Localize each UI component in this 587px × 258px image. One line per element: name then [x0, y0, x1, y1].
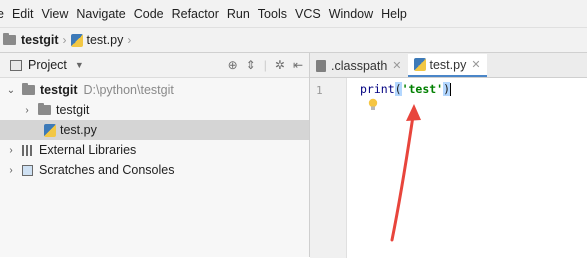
line-number: 1: [316, 84, 323, 97]
python-file-icon: [70, 33, 83, 47]
menu-run[interactable]: Run: [223, 7, 254, 21]
folder-icon: [38, 103, 51, 115]
project-tree: ⌄ testgit D:\python\testgit › testgit te…: [0, 78, 309, 180]
chevron-right-icon: ›: [127, 33, 132, 47]
menu-bar: e Edit View Navigate Code Refactor Run T…: [0, 0, 587, 27]
code-area[interactable]: 1 print('test'): [310, 78, 587, 258]
editor-tabs: .classpath ✕ test.py ✕: [310, 53, 587, 78]
project-panel-header: Project ▼ ⊕ ⇕ | ✲ ⇤: [0, 53, 309, 78]
code-open-paren: (: [394, 82, 402, 96]
menu-code[interactable]: Code: [130, 7, 168, 21]
collapsed-arrow-icon[interactable]: ›: [6, 145, 16, 156]
project-view-selector[interactable]: Project ▼: [10, 58, 84, 72]
python-file-icon: [413, 58, 426, 71]
close-icon[interactable]: ✕: [392, 59, 401, 72]
tree-item-label: testgit: [40, 83, 78, 97]
hide-panel-icon[interactable]: ⇤: [293, 58, 303, 72]
python-file-icon: [44, 123, 56, 137]
project-panel-toolbar: ⊕ ⇕ | ✲ ⇤: [228, 53, 303, 77]
menu-help[interactable]: Help: [377, 7, 411, 21]
project-panel-title: Project: [28, 58, 67, 72]
menu-file[interactable]: e: [0, 7, 8, 21]
folder-icon: [3, 33, 16, 45]
tree-item-scratches[interactable]: › Scratches and Consoles: [0, 160, 309, 180]
tree-item-test-py[interactable]: test.py: [0, 120, 309, 140]
menu-window[interactable]: Window: [325, 7, 377, 21]
tree-item-testgit-root[interactable]: ⌄ testgit D:\python\testgit: [0, 80, 309, 100]
menu-navigate[interactable]: Navigate: [72, 7, 129, 21]
project-icon: [10, 59, 22, 71]
breadcrumb: testgit › test.py ›: [0, 27, 587, 53]
menu-refactor[interactable]: Refactor: [168, 7, 223, 21]
chevron-down-icon: ▼: [74, 60, 84, 70]
collapsed-arrow-icon[interactable]: ›: [22, 105, 32, 116]
tree-item-label: Scratches and Consoles: [39, 163, 175, 177]
editor: .classpath ✕ test.py ✕ 1 print('test'): [310, 53, 587, 258]
tab-label: .classpath: [331, 58, 388, 73]
collapse-all-icon[interactable]: ⇕: [246, 58, 256, 72]
code-line[interactable]: print('test'): [360, 82, 452, 96]
menu-view[interactable]: View: [38, 7, 73, 21]
menu-vcs[interactable]: VCS: [291, 7, 325, 21]
breadcrumb-file-label: test.py: [86, 33, 124, 47]
tab-classpath[interactable]: .classpath ✕: [310, 54, 408, 77]
collapsed-arrow-icon[interactable]: ›: [6, 165, 16, 176]
breadcrumb-project[interactable]: testgit: [3, 33, 59, 47]
menu-edit[interactable]: Edit: [8, 7, 38, 21]
tree-item-testgit-folder[interactable]: › testgit: [0, 100, 309, 120]
tree-item-path: D:\python\testgit: [83, 83, 174, 97]
tree-item-external-libraries[interactable]: › External Libraries: [0, 140, 309, 160]
tab-test-py[interactable]: test.py ✕: [407, 54, 487, 77]
code-function: print: [360, 82, 395, 96]
breadcrumb-project-label: testgit: [21, 33, 59, 47]
scratches-icon: [22, 164, 33, 176]
code-string: 'test': [401, 82, 444, 96]
folder-icon: [22, 83, 35, 95]
menu-tools[interactable]: Tools: [254, 7, 291, 21]
chevron-right-icon: ›: [62, 33, 67, 47]
code-close-paren: ): [443, 82, 451, 96]
tree-item-label: testgit: [56, 103, 90, 117]
lightbulb-icon[interactable]: [368, 98, 378, 111]
expanded-arrow-icon[interactable]: ⌄: [6, 85, 16, 96]
project-panel: Project ▼ ⊕ ⇕ | ✲ ⇤ ⌄ testgit D:\python\…: [0, 53, 310, 257]
close-icon[interactable]: ✕: [471, 58, 480, 71]
toolbar-divider: |: [263, 58, 267, 72]
library-icon: [22, 144, 33, 156]
gear-icon[interactable]: ✲: [275, 58, 285, 72]
file-icon: [316, 59, 326, 72]
tree-item-label: External Libraries: [39, 143, 137, 157]
tree-item-label: test.py: [60, 123, 97, 137]
gutter: 1: [310, 78, 347, 258]
tab-label: test.py: [429, 57, 467, 72]
text-caret: [450, 83, 452, 96]
breadcrumb-file[interactable]: test.py: [70, 33, 124, 47]
locate-icon[interactable]: ⊕: [228, 58, 238, 72]
